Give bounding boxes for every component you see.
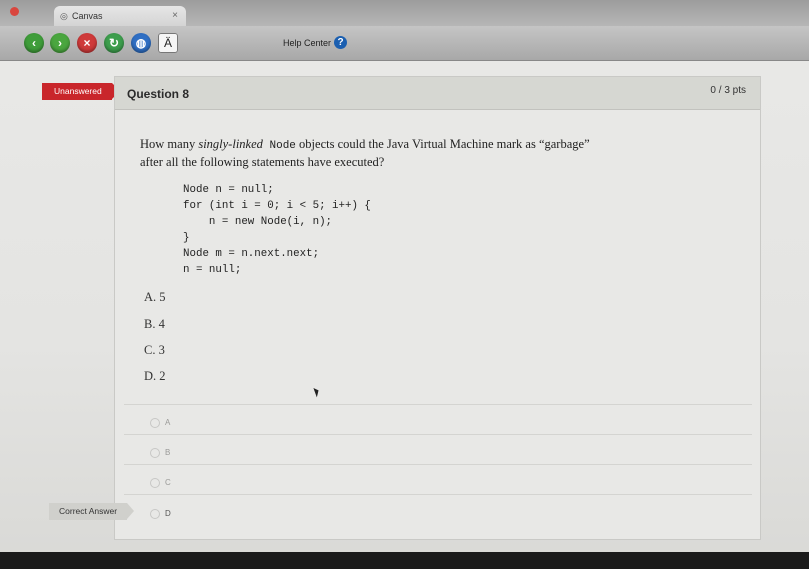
choice-b: B. 4 (144, 317, 165, 331)
unanswered-flag: Unanswered (42, 83, 120, 100)
answer-option-d[interactable]: D (150, 509, 171, 519)
back-button[interactable]: ‹ (24, 33, 44, 53)
stop-button[interactable]: × (77, 33, 97, 53)
code-line: for (int i = 0; i < 5; i++) { (183, 200, 371, 212)
home-globe-icon[interactable]: ◍ (131, 33, 151, 53)
canvas-favicon-icon: ◎ (60, 11, 68, 21)
correct-answer-flag: Correct Answer (49, 503, 134, 520)
monitor-bezel (0, 552, 809, 569)
code-line: } (183, 232, 190, 244)
answer-option-label: C (165, 478, 171, 488)
browser-toolbar: ‹ › × ↻ ◍ Ä Help Center ? (0, 26, 809, 61)
question-text-italic: singly-linked (198, 137, 263, 151)
choice-a: A. 5 (144, 290, 166, 304)
radio-icon[interactable] (150, 418, 160, 428)
question-text: How many singly-linked Node objects coul… (140, 136, 610, 170)
choice-d: D. 2 (144, 369, 166, 383)
radio-icon[interactable] (150, 509, 160, 519)
question-header: Question 8 0 / 3 pts (115, 77, 760, 110)
screen: ◎ Canvas × ‹ › × ↻ ◍ Ä Help Center ? Una… (0, 0, 809, 569)
tab-title: Canvas (72, 11, 103, 21)
help-question-icon[interactable]: ? (334, 36, 347, 49)
refresh-button[interactable]: ↻ (104, 33, 124, 53)
divider (124, 404, 752, 405)
question-title: Question 8 (127, 87, 190, 101)
answer-option-label: D (165, 509, 171, 519)
tab-close-icon[interactable]: × (172, 10, 178, 21)
radio-icon[interactable] (150, 448, 160, 458)
code-line: n = null; (183, 264, 242, 276)
answer-option-a[interactable]: A (150, 418, 170, 428)
question-text-code: Node (262, 140, 296, 152)
code-line: n = new Node(i, n); (183, 216, 333, 228)
code-block: Node n = null; for (int i = 0; i < 5; i++… (183, 182, 371, 278)
text-size-button[interactable]: Ä (158, 33, 178, 53)
code-line: Node m = n.next.next; (183, 248, 320, 260)
divider (124, 464, 752, 465)
forward-button[interactable]: › (50, 33, 70, 53)
divider (124, 434, 752, 435)
radio-icon[interactable] (150, 478, 160, 488)
code-line: Node n = null; (183, 184, 274, 196)
question-points: 0 / 3 pts (710, 85, 746, 96)
browser-tabstrip: ◎ Canvas × (0, 0, 809, 26)
help-center-link[interactable]: Help Center (283, 38, 331, 48)
answer-option-label: B (165, 448, 171, 458)
divider (124, 494, 752, 495)
tab-canvas[interactable]: ◎ Canvas × (54, 6, 186, 26)
answer-option-label: A (165, 418, 171, 428)
answer-option-c[interactable]: C (150, 478, 171, 488)
close-window-icon[interactable] (10, 7, 19, 16)
choice-c: C. 3 (144, 343, 165, 357)
answer-option-b[interactable]: B (150, 448, 170, 458)
question-text-part1: How many (140, 137, 199, 151)
